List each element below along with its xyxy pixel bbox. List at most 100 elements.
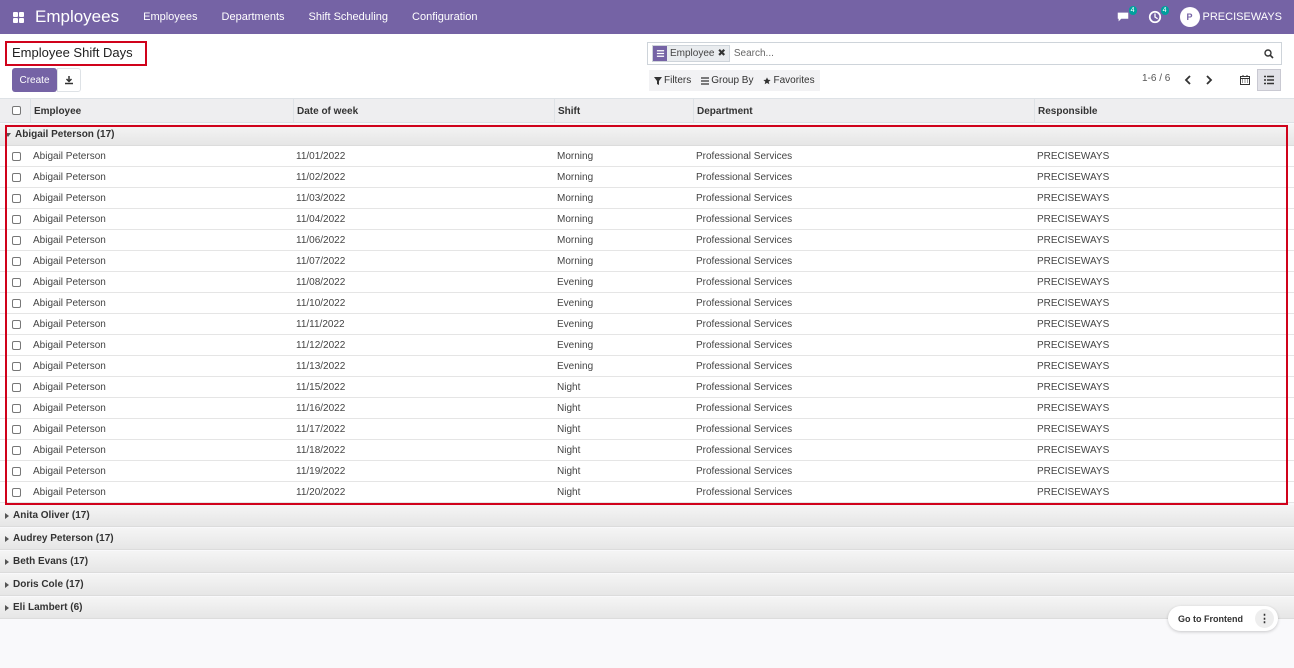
row-checkbox[interactable] [12, 362, 21, 371]
row-checkbox[interactable] [12, 425, 21, 434]
chevron-right-icon[interactable] [1203, 74, 1215, 86]
cell-employee: Abigail Peterson [33, 361, 106, 372]
empty-area [0, 619, 1294, 668]
group-by-facet-icon [653, 46, 667, 61]
row-checkbox[interactable] [12, 383, 21, 392]
download-button[interactable] [57, 68, 81, 92]
table-row[interactable]: Abigail Peterson 11/08/2022 Evening Profess… [0, 272, 1294, 293]
select-all-checkbox[interactable] [12, 106, 21, 115]
pager-value[interactable]: 1-6 / 6 [1142, 73, 1170, 84]
group-header[interactable]: Audrey Peterson (17) [0, 528, 1294, 550]
row-checkbox[interactable] [12, 194, 21, 203]
row-checkbox[interactable] [12, 152, 21, 161]
caret-right-icon [5, 558, 9, 565]
cell-employee: Abigail Peterson [33, 214, 106, 225]
app-brand[interactable]: Employees [35, 7, 119, 27]
go-to-frontend-label: Go to Frontend [1178, 613, 1243, 624]
row-checkbox[interactable] [12, 257, 21, 266]
calendar-icon [1240, 75, 1250, 85]
table-row[interactable]: Abigail Peterson 11/10/2022 Evening Profess… [0, 293, 1294, 314]
group-header[interactable]: Abigail Peterson (17) [0, 124, 1294, 146]
row-checkbox[interactable] [12, 278, 21, 287]
chevron-left-icon[interactable] [1182, 74, 1194, 86]
group-by-button[interactable]: Group By [696, 70, 758, 91]
table-row[interactable]: Abigail Peterson 11/06/2022 Morning Profess… [0, 230, 1294, 251]
activity-button[interactable]: 4 [1148, 6, 1169, 26]
table-row[interactable]: Abigail Peterson 11/01/2022 Morning Profess… [0, 146, 1294, 167]
column-header-department[interactable]: Department [693, 99, 1035, 123]
table-row[interactable]: Abigail Peterson 11/11/2022 Evening Profess… [0, 314, 1294, 335]
facet-remove-icon[interactable]: ✖ [717, 48, 725, 59]
menu-shift-scheduling[interactable]: Shift Scheduling [309, 11, 389, 23]
cell-employee: Abigail Peterson [33, 424, 106, 435]
cell-shift: Night [557, 466, 581, 477]
activity-badge: 4 [1160, 6, 1169, 15]
menu-departments[interactable]: Departments [222, 11, 285, 23]
cell-department: Professional Services [696, 424, 793, 435]
go-to-frontend-button[interactable]: Go to Frontend ⋮ [1168, 606, 1278, 631]
cell-responsible: PRECISEWAYS [1037, 256, 1110, 267]
cell-department: Professional Services [696, 172, 793, 183]
create-button[interactable]: Create [12, 68, 57, 92]
filters-button[interactable]: Filters [649, 70, 696, 91]
calendar-view-button[interactable] [1233, 69, 1257, 91]
cell-shift: Morning [557, 151, 594, 162]
group-header[interactable]: Eli Lambert (6) [0, 597, 1294, 619]
company-switcher[interactable]: P PRECISEWAYS [1179, 7, 1282, 27]
row-checkbox[interactable] [12, 467, 21, 476]
menu-configuration[interactable]: Configuration [412, 11, 477, 23]
cell-employee: Abigail Peterson [33, 235, 106, 246]
group-label: Eli Lambert (6) [13, 602, 83, 613]
row-checkbox[interactable] [12, 341, 21, 350]
cell-employee: Abigail Peterson [33, 256, 106, 267]
group-header[interactable]: Doris Cole (17) [0, 574, 1294, 596]
cell-employee: Abigail Peterson [33, 298, 106, 309]
column-header-shift[interactable]: Shift [554, 99, 694, 123]
company-logo: P [1179, 7, 1200, 27]
cell-responsible: PRECISEWAYS [1037, 382, 1110, 393]
table-row[interactable]: Abigail Peterson 11/03/2022 Morning Profess… [0, 188, 1294, 209]
cell-date-of-week: 11/10/2022 [296, 298, 346, 309]
table-row[interactable]: Abigail Peterson 11/19/2022 Night Professio… [0, 461, 1294, 482]
list-view-button[interactable] [1257, 69, 1281, 91]
cell-date-of-week: 11/11/2022 [296, 319, 345, 330]
row-checkbox[interactable] [12, 215, 21, 224]
table-row[interactable]: Abigail Peterson 11/04/2022 Morning Profess… [0, 209, 1294, 230]
table-row[interactable]: Abigail Peterson 11/18/2022 Night Professio… [0, 440, 1294, 461]
search-bar[interactable]: Employee ✖ [647, 42, 1282, 65]
row-checkbox[interactable] [12, 404, 21, 413]
caret-right-icon [5, 581, 9, 588]
table-row[interactable]: Abigail Peterson 11/13/2022 Evening Profess… [0, 356, 1294, 377]
table-row[interactable]: Abigail Peterson 11/15/2022 Night Professio… [0, 377, 1294, 398]
cell-date-of-week: 11/08/2022 [296, 277, 346, 288]
messages-button[interactable]: 4 [1116, 6, 1137, 26]
table-row[interactable]: Abigail Peterson 11/16/2022 Night Professio… [0, 398, 1294, 419]
row-checkbox[interactable] [12, 488, 21, 497]
apps-menu-button[interactable] [0, 0, 36, 34]
group-header[interactable]: Beth Evans (17) [0, 551, 1294, 573]
row-checkbox[interactable] [12, 173, 21, 182]
more-options-icon[interactable]: ⋮ [1255, 609, 1274, 628]
column-header-employee[interactable]: Employee [30, 99, 294, 123]
table-row[interactable]: Abigail Peterson 11/12/2022 Evening Profess… [0, 335, 1294, 356]
table-row[interactable]: Abigail Peterson 11/02/2022 Morning Profess… [0, 167, 1294, 188]
table-row[interactable]: Abigail Peterson 11/07/2022 Morning Profess… [0, 251, 1294, 272]
row-checkbox[interactable] [12, 299, 21, 308]
search-icon[interactable] [1261, 46, 1277, 62]
cell-department: Professional Services [696, 235, 793, 246]
group-header[interactable]: Anita Oliver (17) [0, 505, 1294, 527]
search-input[interactable] [733, 48, 1261, 59]
table-row[interactable]: Abigail Peterson 11/20/2022 Night Professio… [0, 482, 1294, 503]
row-checkbox[interactable] [12, 320, 21, 329]
row-checkbox[interactable] [12, 446, 21, 455]
favorites-button[interactable]: Favorites [758, 70, 819, 91]
menu-employees[interactable]: Employees [143, 11, 197, 23]
column-header-responsible[interactable]: Responsible [1034, 99, 1294, 123]
table-row[interactable]: Abigail Peterson 11/17/2022 Night Professio… [0, 419, 1294, 440]
cell-shift: Night [557, 445, 581, 456]
row-checkbox[interactable] [12, 236, 21, 245]
cell-date-of-week: 11/15/2022 [296, 382, 346, 393]
column-header-date-of-week[interactable]: Date of week [293, 99, 555, 123]
cell-employee: Abigail Peterson [33, 277, 106, 288]
group-label: Anita Oliver (17) [13, 510, 90, 521]
